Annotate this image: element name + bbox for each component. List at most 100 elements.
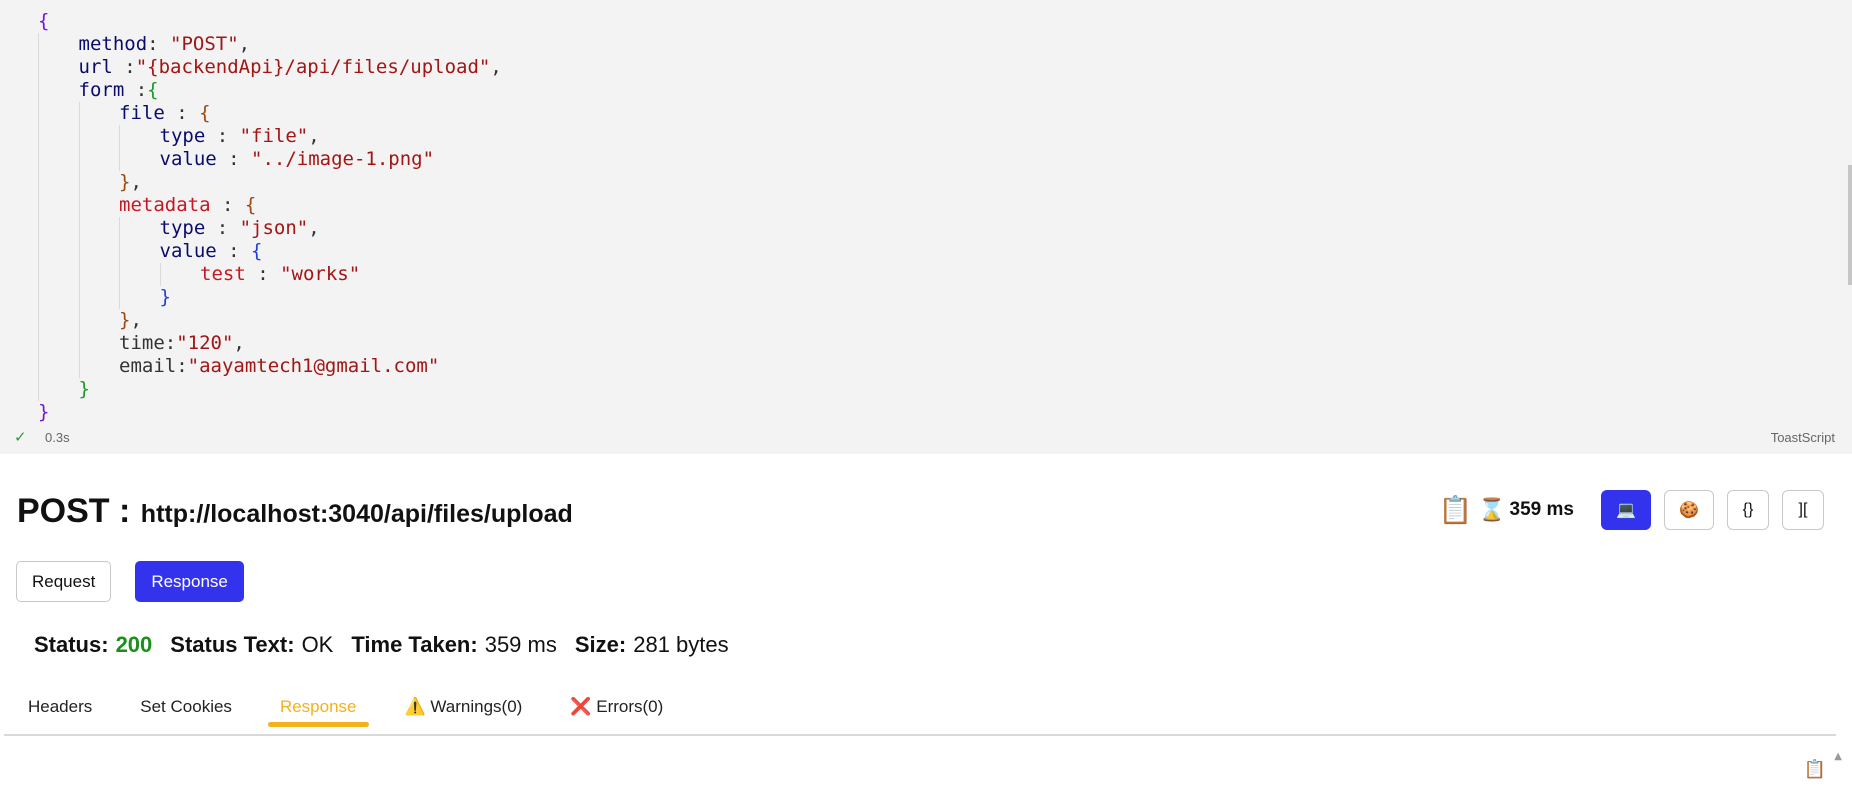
status-text-value: OK — [301, 632, 334, 657]
braces-icon: {} — [1742, 501, 1754, 518]
code-token: email: — [119, 355, 188, 377]
tab-errors[interactable]: ❌ Errors(0) — [570, 697, 663, 727]
indent-guide — [119, 148, 120, 171]
editor-scrollbar[interactable] — [1848, 165, 1852, 285]
laptop-icon: 💻 — [1616, 502, 1636, 519]
indent-guide — [78, 148, 80, 171]
code-token: { — [199, 102, 211, 124]
indent-guide — [159, 263, 161, 286]
code-token: type — [159, 217, 206, 239]
indent-guide — [78, 171, 80, 194]
collapse-button[interactable]: ][ — [1782, 490, 1824, 530]
request-line: POST : http://localhost:3040/api/files/u… — [17, 492, 573, 531]
size-label: Size: — [574, 632, 627, 657]
indent-guide — [38, 194, 39, 217]
code-token: "120" — [176, 332, 234, 354]
cookies-button[interactable]: 🍪 — [1664, 490, 1714, 530]
terminal-view-button[interactable]: 💻 — [1601, 490, 1651, 530]
language-label: ToastScript — [1770, 430, 1835, 445]
code-line-content: } — [160, 286, 171, 309]
indent-guide — [78, 240, 80, 263]
code-line-content: method: "POST", — [79, 33, 251, 56]
code-token: { — [251, 240, 263, 262]
indent-guide — [119, 240, 120, 263]
indent-guide — [38, 33, 39, 56]
cookie-icon: 🍪 — [1679, 502, 1699, 519]
indent-guide — [119, 263, 120, 286]
indent-guide — [38, 286, 39, 309]
code-token: "aayamtech1@gmail.com" — [187, 355, 440, 377]
code-line-content: value : "../image-1.png" — [160, 148, 435, 171]
code-token: test — [200, 263, 246, 285]
code-token: "../image-1.png" — [251, 148, 435, 170]
indent-guide — [38, 332, 39, 355]
clipboard-icon[interactable]: 📋 — [1439, 494, 1473, 526]
indent-guide — [78, 125, 80, 148]
code-line-content: time:"120", — [119, 332, 245, 355]
code-token: : — [245, 263, 281, 285]
code-token: } — [119, 171, 131, 193]
code-line-content: metadata : { — [119, 194, 256, 217]
request-url: http://localhost:3040/api/files/upload — [140, 500, 573, 528]
indent-guide — [38, 79, 39, 102]
code-line-content: url :"{backendApi}/api/files/upload", — [79, 56, 502, 79]
code-line-content: email:"aayamtech1@gmail.com" — [119, 355, 439, 378]
indent-guide — [38, 217, 39, 240]
code-line-content: }, — [119, 309, 142, 332]
request-method: POST : — [17, 492, 131, 530]
code-token: } — [159, 286, 171, 308]
editor-status-bar: ✓ 0.3s ToastScript — [0, 426, 1852, 450]
execution-time: 0.3s — [45, 430, 70, 445]
code-token: : — [205, 217, 240, 239]
indent-guide — [38, 171, 39, 194]
tab-set-cookies[interactable]: Set Cookies — [140, 697, 232, 727]
tab-headers[interactable]: Headers — [28, 697, 92, 727]
code-token: , — [233, 332, 245, 354]
indent-guide — [38, 56, 39, 79]
response-tab-button[interactable]: Response — [135, 561, 244, 602]
response-summary: Status: 200 Status Text: OK Time Taken: … — [34, 632, 747, 658]
response-tabs: Headers Set Cookies Response ⚠️ Warnings… — [28, 697, 711, 727]
code-token: } — [78, 378, 90, 400]
code-token: value — [159, 240, 217, 262]
code-line-content: { — [38, 10, 49, 33]
code-token: "POST" — [170, 33, 239, 55]
indent-guide — [119, 286, 120, 309]
json-view-button[interactable]: {} — [1727, 490, 1769, 530]
code-token: file — [119, 102, 165, 124]
code-line-content: file : { — [119, 102, 211, 125]
indent-guide — [38, 263, 39, 286]
code-editor[interactable]: {method: "POST", url :"{backendApi}/api/f… — [0, 0, 1852, 454]
view-toggle: Request Response — [16, 561, 268, 602]
code-token: url — [78, 56, 113, 78]
indent-guide — [78, 286, 80, 309]
status-code: 200 — [115, 632, 153, 657]
code-token: "{backendApi}/api/files/upload" — [135, 56, 491, 78]
indent-guide — [78, 217, 80, 240]
indent-guide — [78, 355, 80, 378]
indent-guide — [38, 378, 39, 401]
time-taken-label: 359 ms — [1509, 499, 1574, 520]
scroll-up-icon[interactable]: ▲ — [1834, 751, 1842, 762]
code-token: : — [147, 33, 171, 55]
time-taken-value: 359 ms — [484, 632, 557, 657]
copy-response-icon[interactable]: 📋 — [1804, 759, 1826, 780]
code-token: { — [244, 194, 257, 216]
request-tab-button[interactable]: Request — [16, 561, 112, 602]
indent-guide — [78, 309, 80, 332]
indent-guide — [38, 240, 39, 263]
code-line-content: } — [38, 401, 49, 424]
tab-warnings[interactable]: ⚠️ Warnings(0) — [405, 697, 523, 727]
code-token: : — [216, 148, 252, 170]
code-token: : — [112, 56, 136, 78]
code-token: : — [164, 102, 200, 124]
code-line-content: } — [79, 378, 90, 401]
time-taken-summary-label: Time Taken: — [351, 632, 478, 657]
code-token: , — [130, 309, 142, 331]
code-token: method — [78, 33, 148, 55]
tab-response[interactable]: Response — [268, 697, 368, 727]
code-line-content: form :{ — [79, 79, 159, 102]
hourglass-icon: ⌛ — [1478, 497, 1506, 522]
code-token: { — [147, 79, 159, 101]
indent-guide — [119, 125, 120, 148]
